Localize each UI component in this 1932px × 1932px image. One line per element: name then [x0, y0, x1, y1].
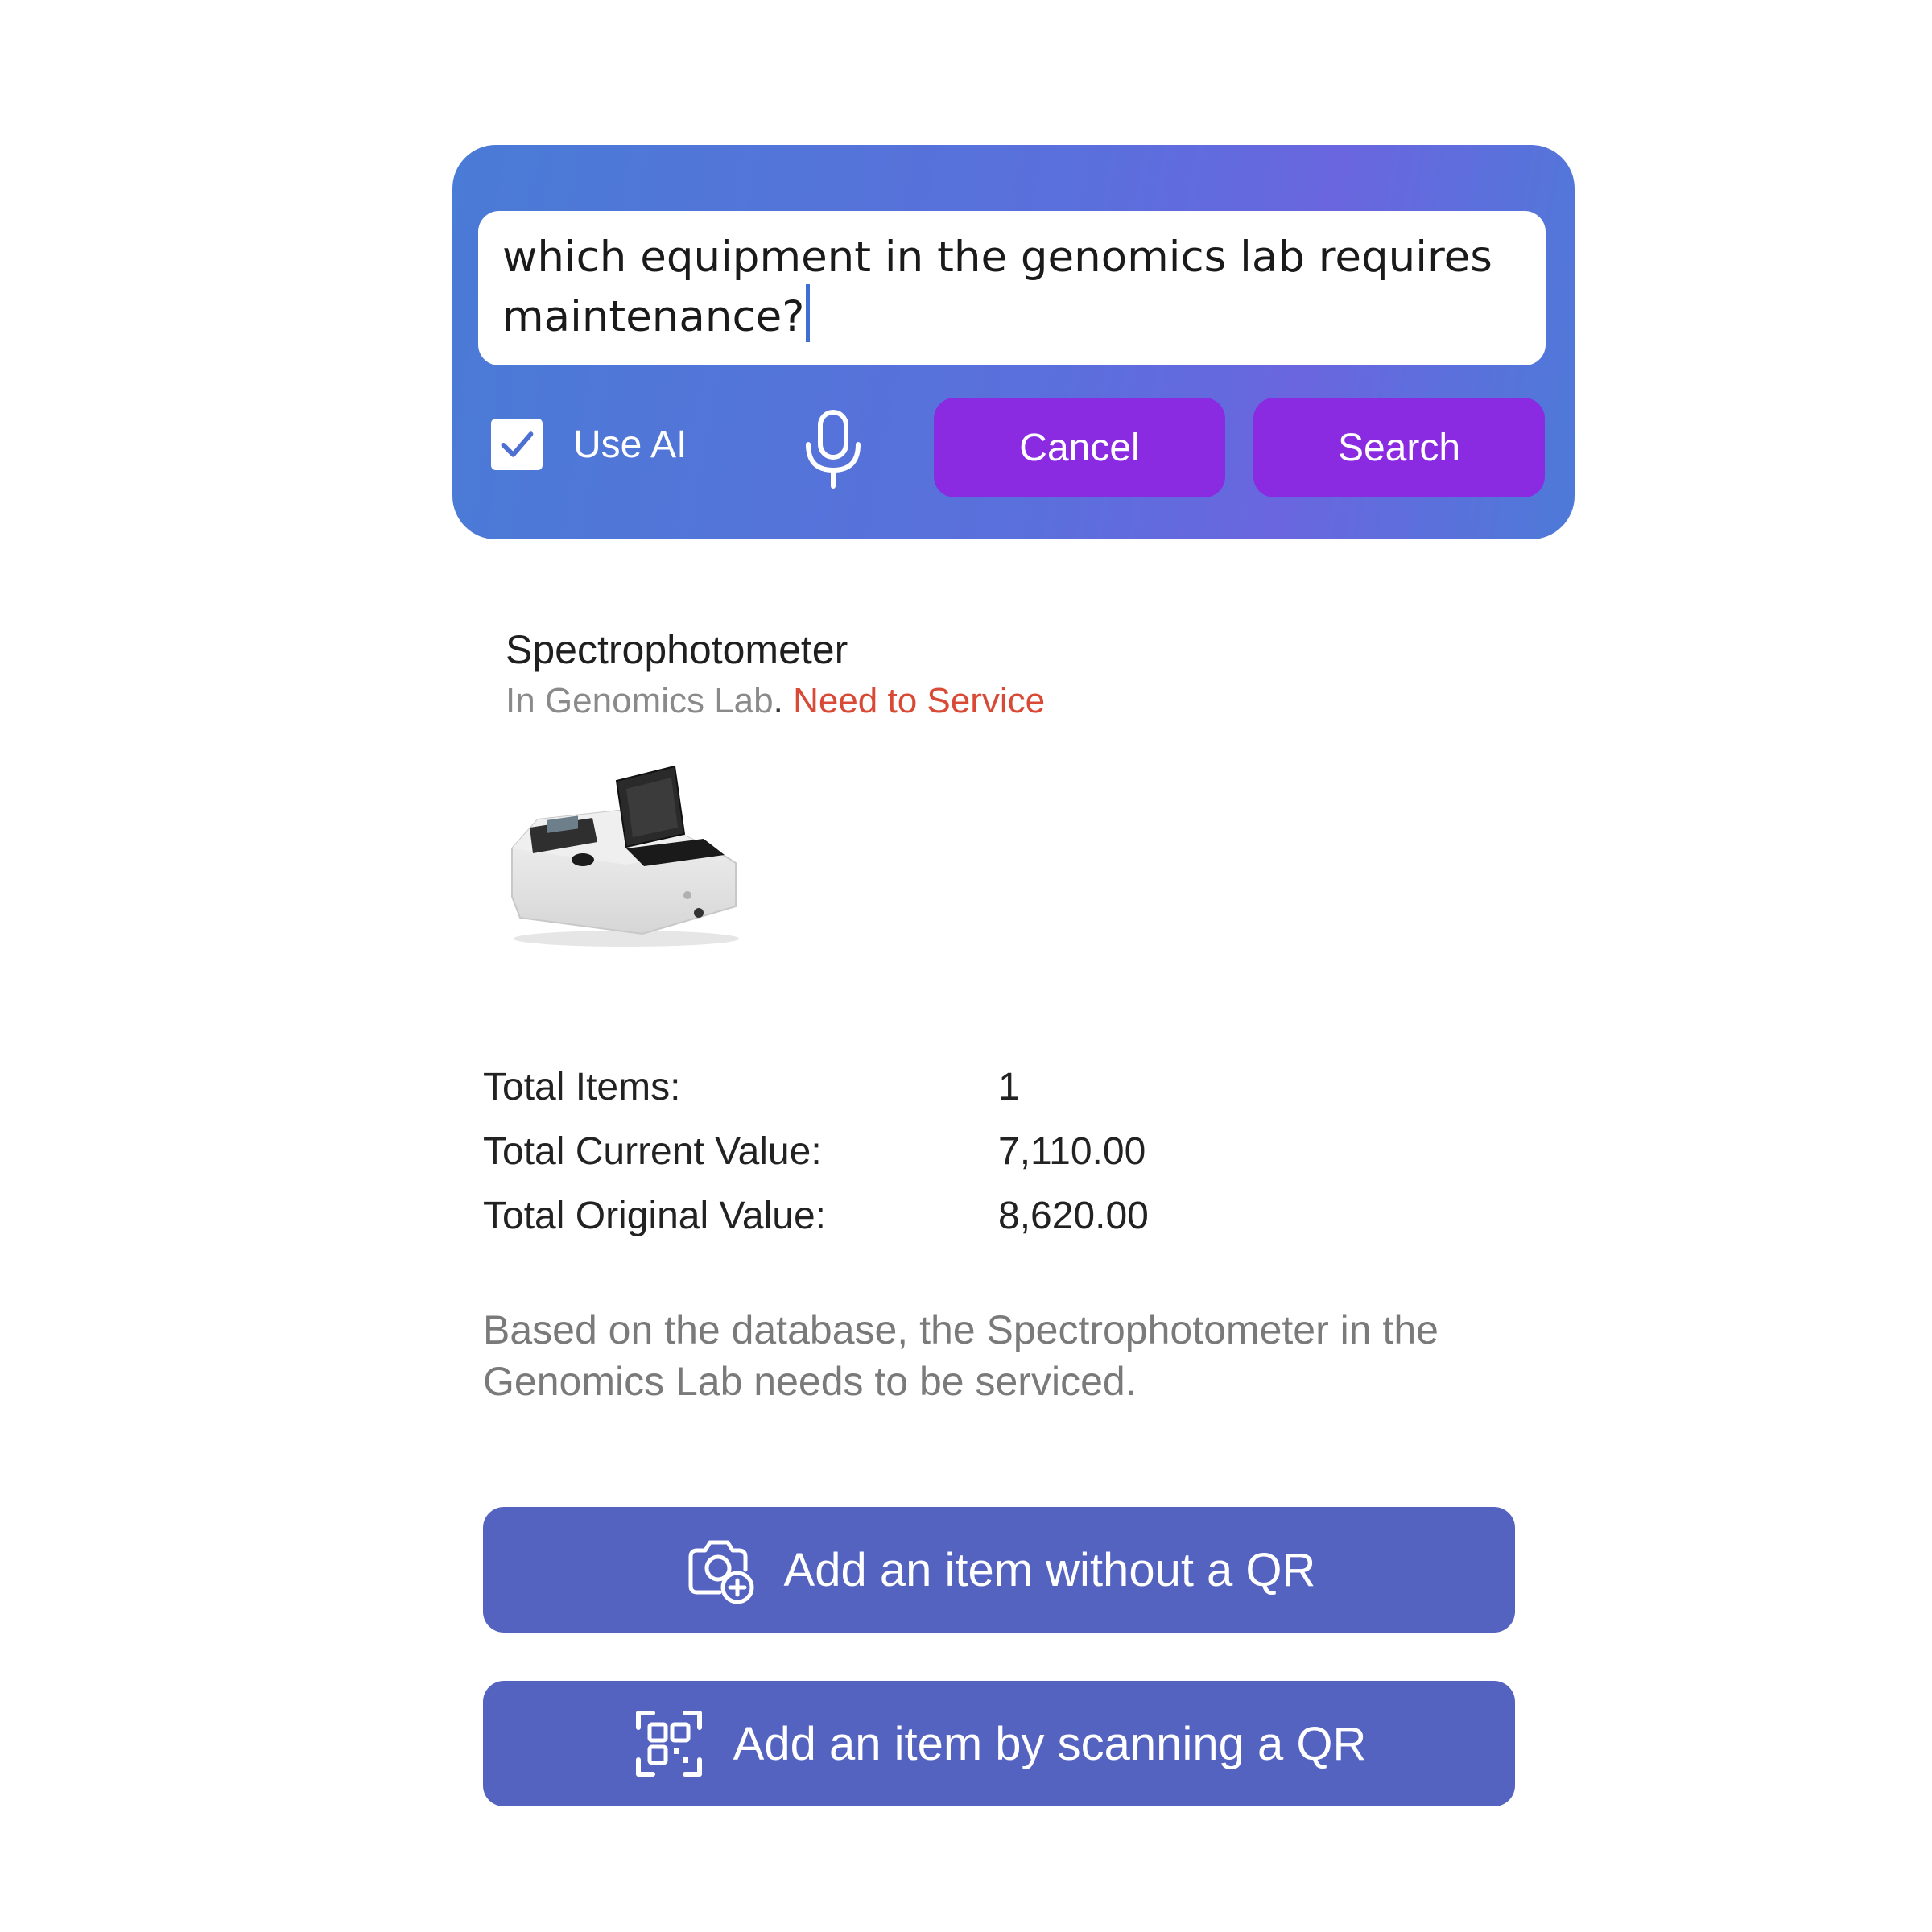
- total-current-value: 7,110.00: [998, 1129, 1146, 1173]
- add-item-scan-qr-button[interactable]: Add an item by scanning a QR: [483, 1681, 1515, 1806]
- ai-search-panel: which equipment in the genomics lab requ…: [452, 145, 1575, 539]
- status-badge: Need to Service: [793, 681, 1046, 720]
- totals-row: Total Items: 1: [483, 1055, 1149, 1119]
- totals-row: Total Current Value: 7,110.00: [483, 1119, 1149, 1183]
- total-original-value-label: Total Original Value:: [483, 1194, 826, 1237]
- text-caret: [806, 284, 811, 342]
- camera-add-icon: [683, 1533, 757, 1607]
- use-ai-label: Use AI: [573, 423, 687, 466]
- add-item-without-qr-label: Add an item without a QR: [783, 1543, 1316, 1596]
- subtitle-separator: .: [773, 681, 783, 720]
- microphone-icon[interactable]: [800, 409, 866, 489]
- checkmark-icon: [501, 431, 534, 457]
- page: which equipment in the genomics lab requ…: [0, 0, 1932, 1932]
- result-item-title[interactable]: Spectrophotometer: [506, 626, 848, 673]
- totals-row: Total Original Value: 8,620.00: [483, 1183, 1149, 1248]
- use-ai-checkbox[interactable]: [491, 419, 543, 470]
- cancel-button[interactable]: Cancel: [934, 398, 1225, 497]
- totals-summary: Total Items: 1 Total Current Value: 7,11…: [483, 1055, 1149, 1248]
- total-original-value: 8,620.00: [998, 1194, 1149, 1237]
- search-button[interactable]: Search: [1253, 398, 1545, 497]
- total-items-value: 1: [998, 1065, 1020, 1108]
- result-item-subtitle: In Genomics Lab. Need to Service: [506, 681, 1045, 721]
- search-query-text: which equipment in the genomics lab requ…: [502, 233, 1492, 341]
- use-ai-toggle[interactable]: Use AI: [491, 419, 687, 470]
- add-item-without-qr-button[interactable]: Add an item without a QR: [483, 1507, 1515, 1633]
- total-current-value-label: Total Current Value:: [483, 1129, 822, 1173]
- result-item-location: In Genomics Lab: [506, 681, 774, 720]
- qr-scan-icon: [632, 1707, 706, 1781]
- spectrophotometer-image[interactable]: [506, 760, 739, 953]
- search-query-input[interactable]: which equipment in the genomics lab requ…: [478, 211, 1546, 365]
- ai-answer-text: Based on the database, the Spectrophotom…: [483, 1307, 1439, 1404]
- total-items-label: Total Items:: [483, 1065, 681, 1108]
- add-item-scan-qr-label: Add an item by scanning a QR: [733, 1717, 1367, 1770]
